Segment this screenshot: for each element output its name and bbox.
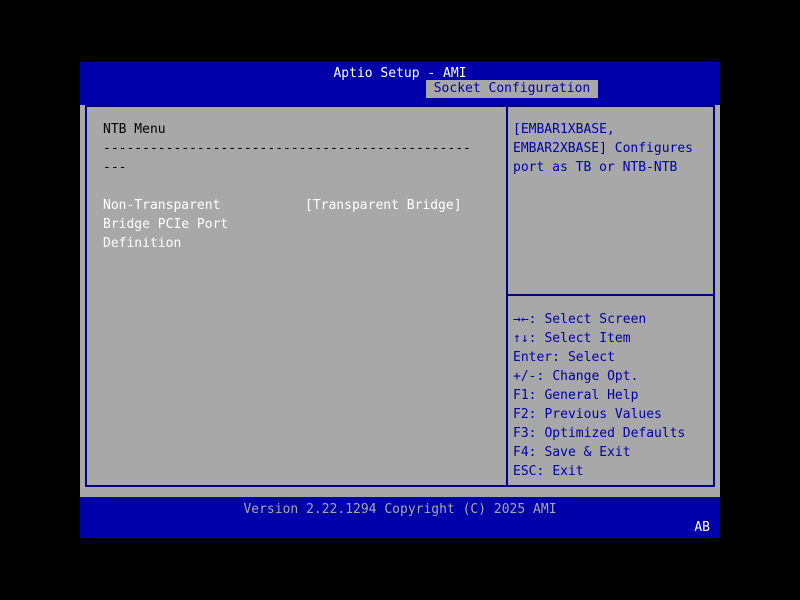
footer-bar: Version 2.22.1294 Copyright (C) 2025 AMI… <box>80 497 720 538</box>
key-label: →←: <box>513 312 536 327</box>
key-label: F2: <box>513 407 536 422</box>
key-label: F3: <box>513 426 536 441</box>
bios-viewport: Aptio Setup - AMI Socket Configuration N… <box>0 0 800 600</box>
help-description-line: port as TB or NTB-NTB <box>513 158 709 177</box>
key-label: F4: <box>513 445 536 460</box>
key-action: Select <box>568 350 615 365</box>
key-action: Previous Values <box>544 407 661 422</box>
key-hint-select-screen: →←: Select Screen <box>513 310 713 329</box>
key-label: ESC: <box>513 464 544 479</box>
help-separator <box>508 294 713 296</box>
menu-title: NTB Menu <box>103 120 500 139</box>
help-panel: [EMBAR1XBASE, EMBAR2XBASE] Configures po… <box>506 107 713 485</box>
help-description-line: [EMBAR1XBASE, <box>513 120 709 139</box>
menu-item-label-line: Non-Transparent <box>103 196 305 215</box>
spacer <box>103 177 500 196</box>
menu-panel: NTB Menu -------------------------------… <box>87 107 506 485</box>
key-action: Save & Exit <box>544 445 630 460</box>
key-hint-f3: F3: Optimized Defaults <box>513 424 713 443</box>
key-action: Exit <box>552 464 583 479</box>
title-bar: Aptio Setup - AMI Socket Configuration <box>80 62 720 105</box>
key-hint-f1: F1: General Help <box>513 386 713 405</box>
separator-dashes-line1: ----------------------------------------… <box>103 139 500 158</box>
menu-item-value: [Transparent Bridge] <box>305 196 462 253</box>
key-hint-esc: ESC: Exit <box>513 462 713 481</box>
key-action: Select Item <box>544 331 630 346</box>
key-hint-change-opt: +/-: Change Opt. <box>513 367 713 386</box>
menu-item-label-line: Bridge PCIe Port <box>103 215 305 234</box>
bios-setup-screen: Aptio Setup - AMI Socket Configuration N… <box>80 62 720 538</box>
key-label: +/-: <box>513 369 544 384</box>
key-action: Optimized Defaults <box>544 426 685 441</box>
key-hint-f4: F4: Save & Exit <box>513 443 713 462</box>
key-action: General Help <box>544 388 638 403</box>
version-text: Version 2.22.1294 Copyright (C) 2025 AMI <box>80 500 720 519</box>
help-description: [EMBAR1XBASE, EMBAR2XBASE] Configures po… <box>508 107 713 177</box>
tab-socket-configuration[interactable]: Socket Configuration <box>426 80 598 98</box>
key-hint-select-item: ↑↓: Select Item <box>513 329 713 348</box>
key-hint-enter: Enter: Select <box>513 348 713 367</box>
app-title: Aptio Setup - AMI <box>80 64 720 83</box>
separator-dashes-line2: --- <box>103 158 500 177</box>
key-hint-f2: F2: Previous Values <box>513 405 713 424</box>
key-label: F1: <box>513 388 536 403</box>
menu-item-ntb-port-definition[interactable]: Non-Transparent Bridge PCIe Port Definit… <box>103 196 500 253</box>
key-hints: →←: Select Screen ↑↓: Select Item Enter: Se… <box>513 310 713 481</box>
corner-text: AB <box>694 518 710 537</box>
menu-item-label-line: Definition <box>103 234 305 253</box>
key-action: Select Screen <box>544 312 646 327</box>
content-box: NTB Menu -------------------------------… <box>85 105 715 487</box>
key-label: ↑↓: <box>513 331 536 346</box>
menu-item-label: Non-Transparent Bridge PCIe Port Definit… <box>103 196 305 253</box>
main-area: NTB Menu -------------------------------… <box>80 105 720 497</box>
help-description-line: EMBAR2XBASE] Configures <box>513 139 709 158</box>
key-label: Enter: <box>513 350 560 365</box>
key-action: Change Opt. <box>552 369 638 384</box>
